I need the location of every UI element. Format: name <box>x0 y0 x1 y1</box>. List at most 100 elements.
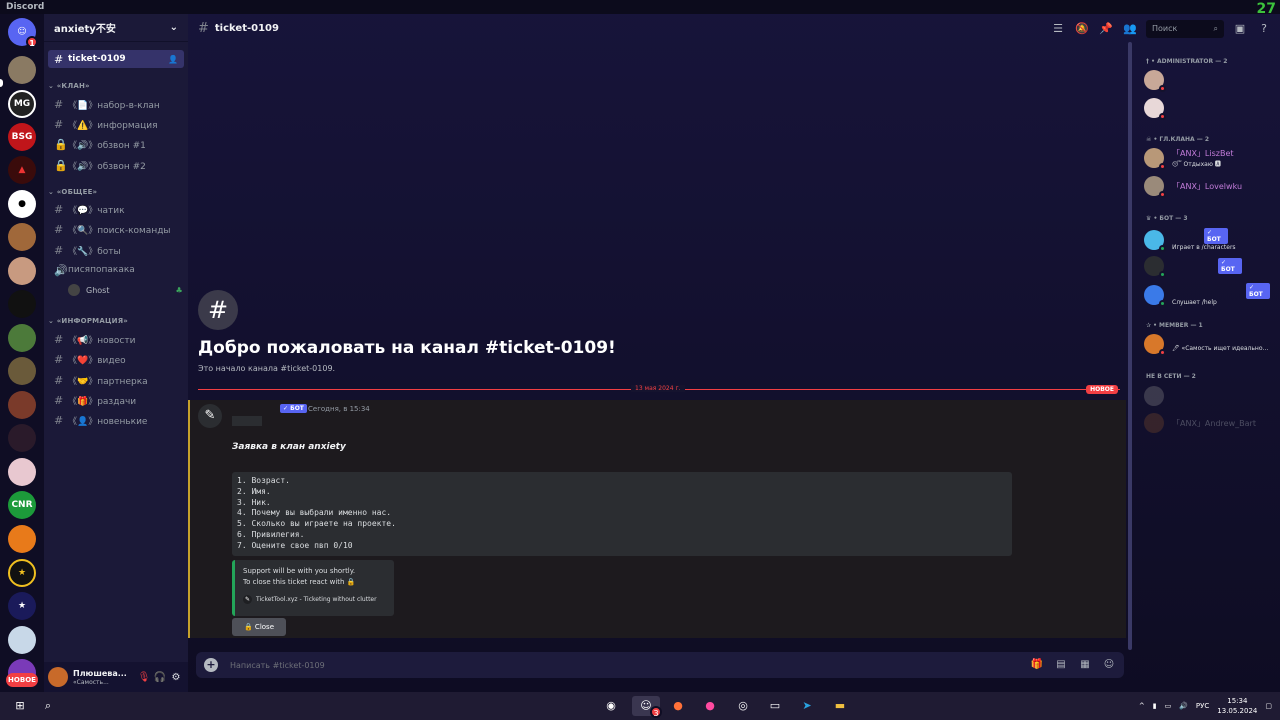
pin-icon[interactable]: 📌 <box>1098 21 1114 37</box>
channel-video[interactable]: # 《❤️》видео <box>48 350 184 368</box>
windows-start-icon[interactable]: ⊞ <box>10 696 30 716</box>
server-icon[interactable] <box>8 424 36 452</box>
member-item[interactable] <box>1144 386 1172 406</box>
server-initials: BSG <box>11 132 33 142</box>
category-general[interactable]: ⌄ «ОБЩЕЕ» <box>48 188 97 196</box>
notifications-icon[interactable]: ▢ <box>1265 702 1272 710</box>
server-icon[interactable] <box>8 324 36 352</box>
server-icon[interactable] <box>8 391 36 419</box>
deafen-icon[interactable]: 🎧 <box>152 672 168 683</box>
terminal-icon[interactable]: ▭ <box>765 696 785 716</box>
discord-app: Discord 27 ☺ 1 MG BSG ▲ ● CNR ★ ★ НОВОЕ … <box>0 0 1280 720</box>
mute-mic-icon[interactable]: 🎙 <box>136 672 152 683</box>
server-icon[interactable]: BSG <box>8 123 36 151</box>
member-item[interactable]: ✓ БОТ <box>1144 256 1242 278</box>
steam-icon[interactable]: ◉ <box>601 696 621 716</box>
member-item[interactable] <box>1144 70 1172 92</box>
channel-review-2[interactable]: 🔒 《🔊》обзвон #2 <box>48 156 184 174</box>
channel-nabor[interactable]: # 《📄》набор-в-клан <box>48 95 184 113</box>
file-explorer-icon[interactable]: ▬ <box>830 696 850 716</box>
server-icon[interactable] <box>8 223 36 251</box>
search-input[interactable]: Поиск ⌕ <box>1146 20 1224 38</box>
ticket-bot-avatar[interactable]: ✎ <box>198 404 222 428</box>
server-icon[interactable]: CNR <box>8 491 36 519</box>
gif-icon[interactable]: ▤ <box>1054 658 1068 672</box>
volume-icon[interactable]: 🔊 <box>1179 702 1188 710</box>
settings-gear-icon[interactable]: ⚙ <box>168 672 184 683</box>
server-icon[interactable]: ● <box>8 190 36 218</box>
channel-label: 《❤️》видео <box>68 355 126 366</box>
telegram-icon[interactable]: ➤ <box>797 696 817 716</box>
chevron-up-icon[interactable]: ^ <box>1139 702 1145 710</box>
member-item[interactable]: 「ANX」Andrew_Bart <box>1144 413 1256 433</box>
add-attachment-icon[interactable]: + <box>204 658 218 672</box>
message-composer[interactable]: + Написать #ticket-0109 🎁 ▤ ▦ ☺ <box>196 652 1124 678</box>
voice-channel[interactable]: 🔊 писяпопакака <box>48 261 184 279</box>
channel-ticket[interactable]: # ticket-0109 👤 <box>48 50 184 68</box>
online-status-icon <box>1159 244 1166 252</box>
avatar[interactable] <box>48 667 68 687</box>
search-icon[interactable]: ⌕ <box>38 696 58 716</box>
channel-label: 《🔊》обзвон #2 <box>68 161 146 172</box>
voice-user[interactable]: Ghost ♣ <box>68 284 183 296</box>
member-item[interactable]: ✓ БОТ Слушает /help <box>1144 283 1270 307</box>
server-icon[interactable] <box>8 458 36 486</box>
member-item[interactable]: 🖊 «Самость ищет идеально... <box>1144 334 1269 356</box>
channel-partners[interactable]: # 《🤝》партнерка <box>48 371 184 389</box>
server-icon[interactable] <box>8 257 36 285</box>
member-item[interactable]: 「ANX」LiszBet 😴 Отдыхаю 🅰 <box>1144 148 1234 170</box>
server-icon[interactable] <box>8 626 36 654</box>
server-icon[interactable] <box>8 290 36 318</box>
firefox-icon[interactable]: ● <box>668 696 688 716</box>
close-ticket-button[interactable]: 🔒 Close <box>232 618 286 636</box>
member-item[interactable]: 「ANX」Lovelwku <box>1144 176 1242 198</box>
windows-taskbar: ⊞ ⌕ ◉ ☺ 3 ● ● ◎ ▭ ➤ ▬ ^ ▮ ▭ 🔊 РУС 15:34 … <box>0 692 1280 720</box>
channel-review-1[interactable]: 🔒 《🔊》обзвон #1 <box>48 135 184 153</box>
obs-icon[interactable]: ◎ <box>733 696 753 716</box>
bot-tag: ✓ БОТ <box>1246 283 1270 299</box>
network-icon[interactable]: ▭ <box>1165 702 1172 710</box>
gift-icon[interactable]: 🎁 <box>1030 658 1044 672</box>
server-icon[interactable] <box>8 357 36 385</box>
server-icon[interactable]: ★ <box>8 592 36 620</box>
channel-giveaways[interactable]: # 《🎁》раздачи <box>48 391 184 409</box>
channel-bots[interactable]: # 《🔧》боты <box>48 241 184 259</box>
user-info[interactable]: Плюшева... «Самость... <box>73 669 136 686</box>
channel-news[interactable]: # 《📢》новости <box>48 330 184 348</box>
sticker-icon[interactable]: ▦ <box>1078 658 1092 672</box>
app-icon[interactable]: ● <box>700 696 720 716</box>
language-indicator[interactable]: РУС <box>1196 702 1209 710</box>
new-servers-pill[interactable]: НОВОЕ <box>6 673 38 687</box>
online-status-icon <box>1159 271 1166 278</box>
member-item[interactable]: ✓ БОТ Играет в /characters <box>1144 228 1236 252</box>
code-line: 7. Оцените свое пвп 0/10 <box>237 540 353 550</box>
clock[interactable]: 15:34 13.05.2024 <box>1217 696 1257 716</box>
scrollbar[interactable] <box>1128 42 1132 650</box>
category-info[interactable]: ⌄ «ИНФОРМАЦИЯ» <box>48 317 128 325</box>
help-icon[interactable]: ? <box>1256 21 1272 37</box>
threads-icon[interactable]: ☰ <box>1050 21 1066 37</box>
inbox-icon[interactable]: ▣ <box>1232 21 1248 37</box>
channel-label: 《🔧》боты <box>68 246 121 257</box>
notification-bell-icon[interactable]: 🔕 <box>1074 21 1090 37</box>
server-icon[interactable]: MG <box>8 90 36 118</box>
channel-search-team[interactable]: # 《🔍》поиск-команды <box>48 220 184 238</box>
usb-icon[interactable]: ▮ <box>1153 702 1157 710</box>
server-icon[interactable]: ▲ <box>8 156 36 184</box>
guild-header[interactable]: anxiety不安 ⌄ <box>44 14 188 42</box>
server-icon[interactable] <box>8 56 36 84</box>
member-activity: 🖊 «Самость ищет идеально... <box>1172 345 1269 352</box>
server-icon[interactable]: ★ <box>8 559 36 587</box>
category-clan[interactable]: ⌄ «КЛАН» <box>48 82 90 90</box>
emoji-icon[interactable]: ☺ <box>1102 658 1116 672</box>
member-list-icon[interactable]: 👥 <box>1122 21 1138 37</box>
server-icon[interactable] <box>8 525 36 553</box>
channel-newbies[interactable]: # 《👤》новенькие <box>48 411 184 429</box>
dnd-status-icon <box>1159 163 1166 170</box>
channel-chat[interactable]: # 《💬》чатик <box>48 200 184 218</box>
home-button[interactable]: ☺ 1 <box>8 18 38 48</box>
member-item[interactable] <box>1144 98 1172 120</box>
channel-info[interactable]: # 《⚠️》информация <box>48 115 184 133</box>
message-input[interactable]: Написать #ticket-0109 <box>230 661 325 670</box>
add-member-icon[interactable]: 👤 <box>168 55 178 64</box>
